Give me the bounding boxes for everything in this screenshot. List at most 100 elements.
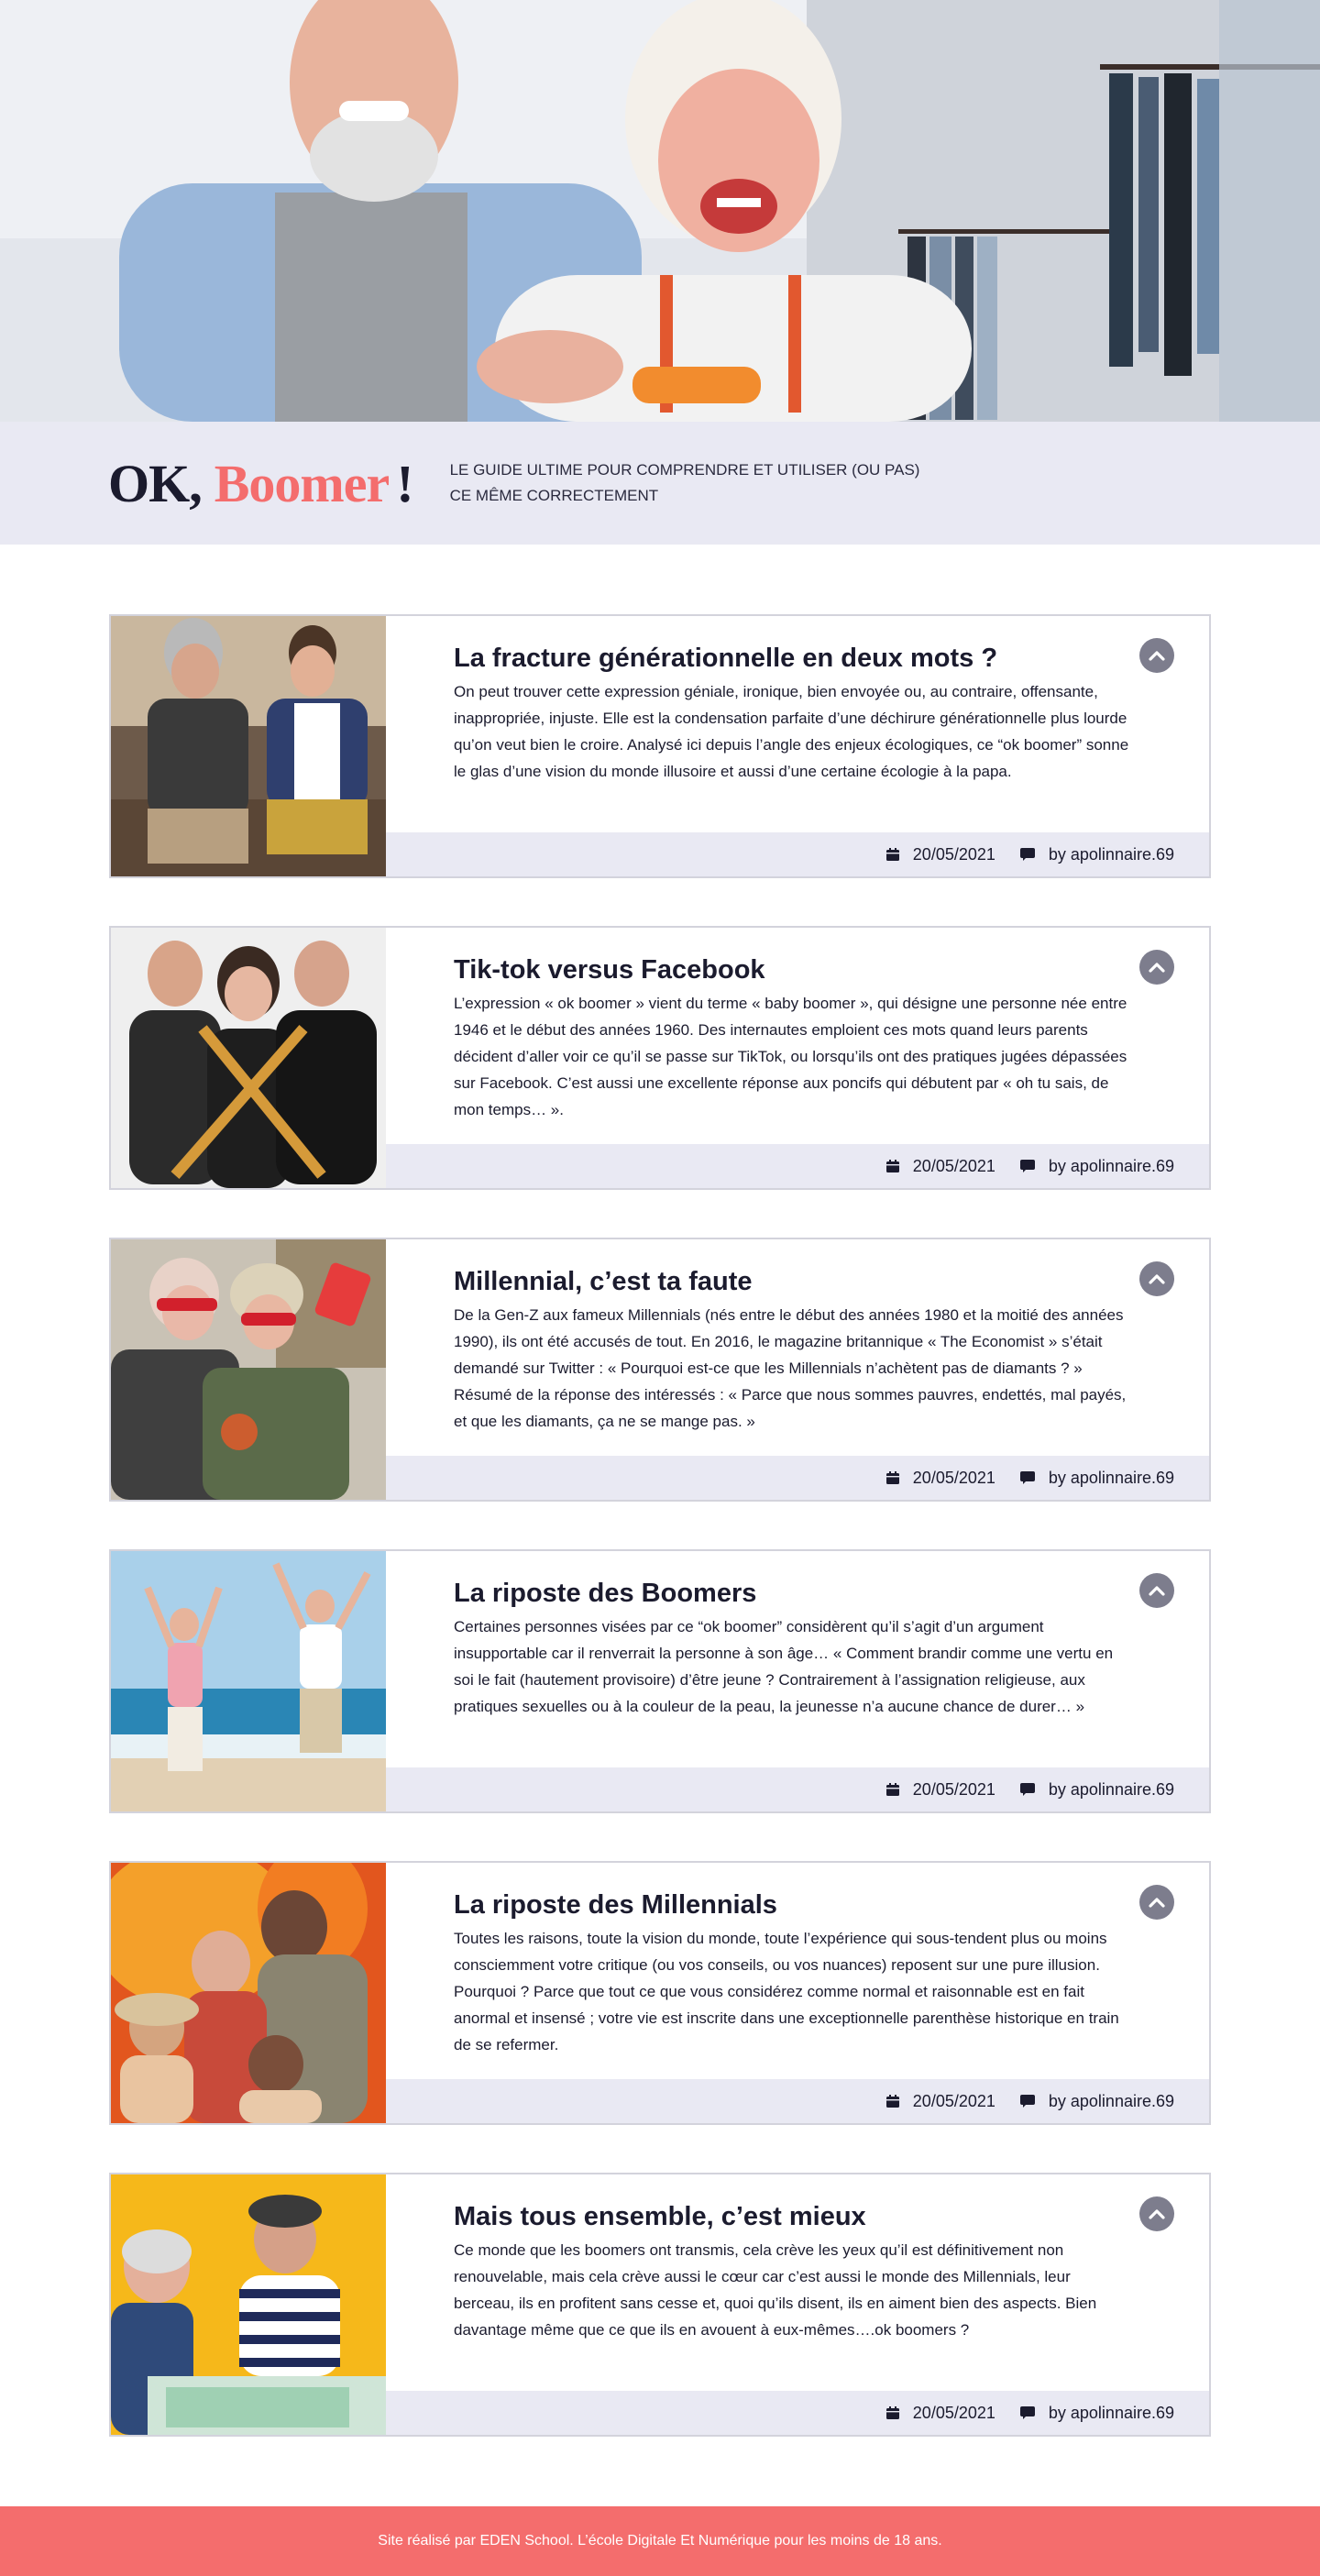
article-title[interactable]: Millennial, c’est ta faute	[454, 1265, 1132, 1298]
article-content: Tik-tok versus Facebook L’expression « o…	[454, 953, 1132, 1123]
logo-ok: OK,	[108, 453, 203, 513]
article-excerpt: On peut trouver cette expression géniale…	[454, 683, 1129, 780]
article-excerpt: Ce monde que les boomers ont transmis, c…	[454, 2241, 1097, 2339]
collapse-toggle-button[interactable]	[1139, 638, 1174, 673]
site-banner: OK, Boomer ! LE GUIDE ULTIME POUR COMPRE…	[0, 422, 1320, 545]
comment-icon	[1019, 847, 1036, 862]
article-date-text: 20/05/2021	[912, 1468, 996, 1487]
calendar-icon	[886, 2405, 900, 2420]
chevron-up-icon	[1149, 1897, 1165, 1908]
hero-illustration	[0, 0, 1320, 422]
collapse-toggle-button[interactable]	[1139, 2196, 1174, 2231]
article-title[interactable]: Tik-tok versus Facebook	[454, 953, 1132, 986]
site-footer: Site réalisé par EDEN School. L’école Di…	[0, 2506, 1320, 2576]
article-title[interactable]: Mais tous ensemble, c’est mieux	[454, 2200, 1132, 2233]
collapse-toggle-button[interactable]	[1139, 1885, 1174, 1920]
article-date: 20/05/2021	[886, 2092, 996, 2111]
site-tagline: LE GUIDE ULTIME POUR COMPRENDRE ET UTILI…	[449, 461, 920, 504]
article-card: La riposte des Boomers Certaines personn…	[109, 1549, 1211, 1813]
chevron-up-icon	[1149, 2208, 1165, 2219]
calendar-icon	[886, 1159, 900, 1173]
article-body: La riposte des Millennials Toutes les ra…	[386, 1863, 1209, 2123]
article-meta: 20/05/2021 by apolinnaire.69	[386, 1767, 1209, 1811]
article-thumbnail[interactable]	[111, 1239, 386, 1500]
comment-icon	[1019, 1470, 1036, 1485]
article-list: La fracture générationnelle en deux mots…	[0, 545, 1320, 2506]
article-author-text[interactable]: by apolinnaire.69	[1049, 1157, 1174, 1176]
article-author: by apolinnaire.69	[1019, 1780, 1174, 1800]
article-thumbnail[interactable]	[111, 1863, 386, 2123]
article-meta: 20/05/2021 by apolinnaire.69	[386, 832, 1209, 876]
article-date-text: 20/05/2021	[912, 2403, 996, 2422]
thumb-senior-and-young-man-board-game	[111, 2174, 386, 2435]
article-excerpt: Certaines personnes visées par ce “ok bo…	[454, 1618, 1114, 1715]
article-excerpt: L’expression « ok boomer » vient du term…	[454, 995, 1128, 1118]
article-date-text: 20/05/2021	[912, 844, 996, 864]
article-author-text[interactable]: by apolinnaire.69	[1049, 2404, 1174, 2423]
article-thumbnail[interactable]	[111, 1551, 386, 1811]
article-thumbnail[interactable]	[111, 616, 386, 876]
article-content: La riposte des Millennials Toutes les ra…	[454, 1888, 1132, 2058]
thumb-seniors-in-front-of-fire	[111, 1863, 386, 2123]
article-author: by apolinnaire.69	[1019, 2092, 1174, 2111]
article-meta: 20/05/2021 by apolinnaire.69	[386, 1144, 1209, 1188]
article-author: by apolinnaire.69	[1019, 2404, 1174, 2423]
collapse-toggle-button[interactable]	[1139, 1261, 1174, 1296]
calendar-icon	[886, 2094, 900, 2108]
comment-icon	[1019, 2094, 1036, 2108]
hero-image	[0, 0, 1320, 422]
article-date: 20/05/2021	[886, 2404, 996, 2423]
chevron-up-icon	[1149, 962, 1165, 973]
chevron-up-icon	[1149, 1585, 1165, 1596]
logo-exclamation: !	[396, 453, 413, 513]
article-title[interactable]: La riposte des Boomers	[454, 1577, 1132, 1610]
article-author-text[interactable]: by apolinnaire.69	[1049, 1780, 1174, 1800]
article-card: La riposte des Millennials Toutes les ra…	[109, 1861, 1211, 2125]
comment-icon	[1019, 1782, 1036, 1797]
article-author: by apolinnaire.69	[1019, 845, 1174, 864]
comment-icon	[1019, 2405, 1036, 2420]
article-author-text[interactable]: by apolinnaire.69	[1049, 1469, 1174, 1488]
thumb-three-youths-with-bats	[111, 928, 386, 1188]
article-author-text[interactable]: by apolinnaire.69	[1049, 2092, 1174, 2111]
article-title[interactable]: La riposte des Millennials	[454, 1888, 1132, 1921]
article-meta: 20/05/2021 by apolinnaire.69	[386, 1456, 1209, 1500]
article-date: 20/05/2021	[886, 1780, 996, 1800]
article-meta: 20/05/2021 by apolinnaire.69	[386, 2391, 1209, 2435]
article-date: 20/05/2021	[886, 1157, 996, 1176]
collapse-toggle-button[interactable]	[1139, 1573, 1174, 1608]
article-body: La fracture générationnelle en deux mots…	[386, 616, 1209, 876]
article-thumbnail[interactable]	[111, 928, 386, 1188]
article-content: La riposte des Boomers Certaines personn…	[454, 1577, 1132, 1720]
article-excerpt: Toutes les raisons, toute la vision du m…	[454, 1930, 1119, 2053]
article-title[interactable]: La fracture générationnelle en deux mots…	[454, 642, 1132, 675]
article-author-text[interactable]: by apolinnaire.69	[1049, 845, 1174, 864]
article-content: Mais tous ensemble, c’est mieux Ce monde…	[454, 2200, 1132, 2343]
article-card: Millennial, c’est ta faute De la Gen-Z a…	[109, 1238, 1211, 1502]
article-date-text: 20/05/2021	[912, 1779, 996, 1799]
article-content: Millennial, c’est ta faute De la Gen-Z a…	[454, 1265, 1132, 1435]
calendar-icon	[886, 847, 900, 862]
article-body: La riposte des Boomers Certaines personn…	[386, 1551, 1209, 1811]
site-logo[interactable]: OK, Boomer !	[108, 453, 414, 514]
chevron-up-icon	[1149, 650, 1165, 661]
thumb-senior-and-young-man-on-bench	[111, 616, 386, 876]
article-card: La fracture générationnelle en deux mots…	[109, 614, 1211, 878]
article-body: Millennial, c’est ta faute De la Gen-Z a…	[386, 1239, 1209, 1500]
article-content: La fracture générationnelle en deux mots…	[454, 642, 1132, 785]
article-date: 20/05/2021	[886, 845, 996, 864]
article-date-text: 20/05/2021	[912, 2091, 996, 2110]
footer-text: Site réalisé par EDEN School. L’école Di…	[378, 2533, 942, 2548]
thumb-senior-women-selfie	[111, 1239, 386, 1500]
comment-icon	[1019, 1159, 1036, 1173]
article-date-text: 20/05/2021	[912, 1156, 996, 1175]
logo-boomer: Boomer	[214, 453, 390, 513]
thumb-seniors-jumping-on-beach	[111, 1551, 386, 1811]
article-date: 20/05/2021	[886, 1469, 996, 1488]
collapse-toggle-button[interactable]	[1139, 950, 1174, 985]
article-author: by apolinnaire.69	[1019, 1157, 1174, 1176]
calendar-icon	[886, 1782, 900, 1797]
article-card: Tik-tok versus Facebook L’expression « o…	[109, 926, 1211, 1190]
article-excerpt: De la Gen-Z aux fameux Millennials (nés …	[454, 1306, 1127, 1430]
article-thumbnail[interactable]	[111, 2174, 386, 2435]
